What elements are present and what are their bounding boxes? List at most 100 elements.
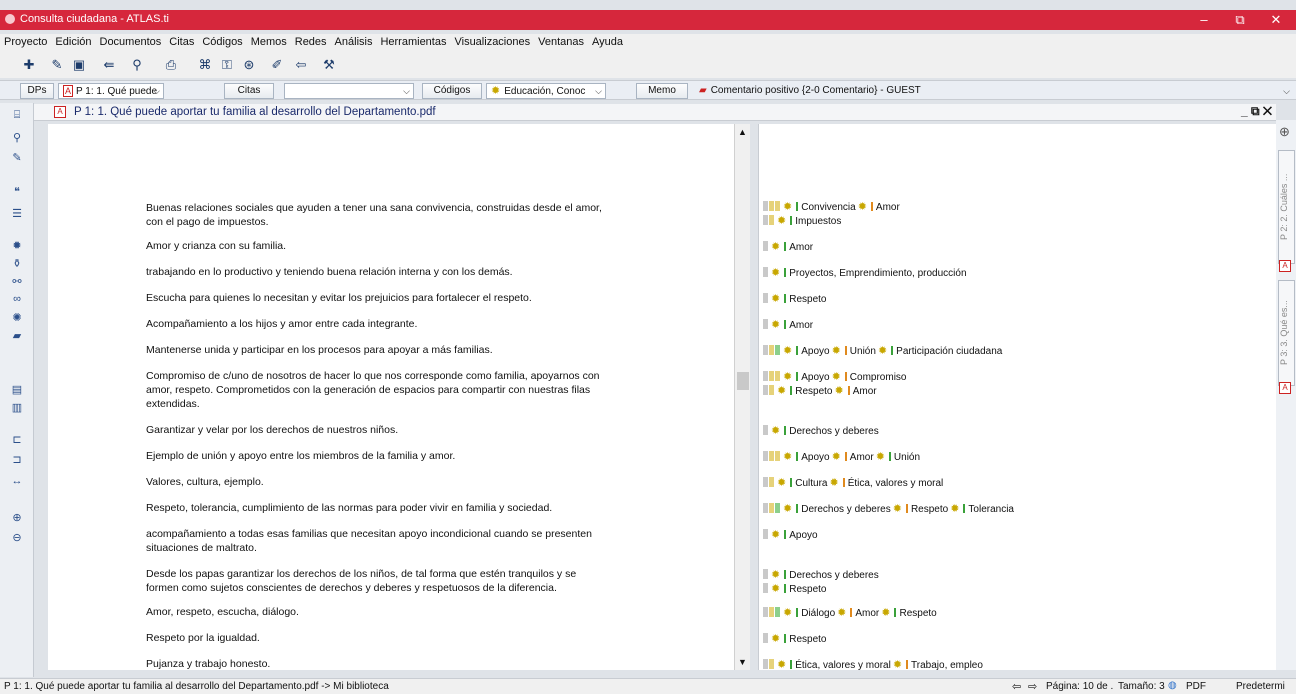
broom-icon[interactable]: ⚒ xyxy=(320,56,338,74)
margin-code-row[interactable]: ✹ Amor xyxy=(763,240,813,254)
save-icon[interactable]: ▣ xyxy=(70,56,88,74)
code-label[interactable]: Cultura xyxy=(795,478,827,489)
minimize-button[interactable]: – xyxy=(1186,10,1222,30)
brush-icon[interactable]: ✐ xyxy=(268,56,286,74)
code-label[interactable]: Respeto xyxy=(911,504,948,515)
code-icon[interactable]: ✹ xyxy=(9,239,25,253)
add-document-icon[interactable]: ⇚ xyxy=(100,56,118,74)
margin-right-icon[interactable]: ⊐ xyxy=(9,453,25,467)
code-label[interactable]: Apoyo xyxy=(801,452,829,463)
window-controls[interactable]: _ ⧉ ✕ xyxy=(1241,104,1272,119)
tab-p2[interactable]: P 2: 2. Cuáles ... xyxy=(1278,150,1295,264)
code-label[interactable]: Ética, valores y moral xyxy=(795,660,891,670)
menu-codigos[interactable]: Códigos xyxy=(198,34,246,50)
menu-ayuda[interactable]: Ayuda xyxy=(588,34,627,50)
zoom-out-icon[interactable]: ⊖ xyxy=(9,531,25,545)
code-manager-icon[interactable]: ⌘ xyxy=(196,56,214,74)
memo-button[interactable]: Memo xyxy=(636,83,688,99)
code-label[interactable]: Unión xyxy=(894,452,920,463)
code-label[interactable]: Tolerancia xyxy=(968,504,1014,515)
vertical-scrollbar[interactable]: ▲ ▼ xyxy=(734,124,750,670)
menu-memos[interactable]: Memos xyxy=(247,34,291,50)
tab-p3[interactable]: P 3: 3. Qué es... xyxy=(1278,280,1295,386)
code-label[interactable]: Respeto xyxy=(795,386,832,397)
binoculars-icon[interactable]: ⚲ xyxy=(128,56,146,74)
zoom-in-icon[interactable]: ⊕ xyxy=(9,511,25,525)
flag-icon[interactable]: ▰ xyxy=(9,329,25,343)
dps-button[interactable]: DPs xyxy=(20,83,54,99)
code-label[interactable]: Amor xyxy=(850,452,874,463)
code-label[interactable]: Trabajo, empleo xyxy=(911,660,983,670)
forward-icon[interactable]: ⇨ xyxy=(1028,680,1037,693)
scroll-up-icon[interactable]: ▲ xyxy=(738,127,747,137)
document-pane[interactable]: Buenas relaciones sociales que ayuden a … xyxy=(48,124,734,670)
margin-code-row[interactable]: ✹ Derechos y deberes ✹ Respeto ✹ Tolerancia xyxy=(763,502,1014,516)
list-icon[interactable]: ☰ xyxy=(9,207,25,221)
output-icon[interactable]: ⎙ xyxy=(162,56,180,74)
codigos-button[interactable]: Códigos xyxy=(422,83,482,99)
code-label[interactable]: Apoyo xyxy=(789,530,817,541)
margin-code-row[interactable]: ✹ Apoyo ✹ Compromiso xyxy=(763,370,906,384)
menu-edicion[interactable]: Edición xyxy=(51,34,95,50)
code-label[interactable]: Respeto xyxy=(899,608,936,619)
quote-icon[interactable]: ❝ xyxy=(9,185,25,199)
code-label[interactable]: Amor xyxy=(876,202,900,213)
close-button[interactable]: ✕ xyxy=(1258,10,1294,30)
menu-proyecto[interactable]: Proyecto xyxy=(0,34,51,50)
code-label[interactable]: Proyectos, Emprendimiento, producción xyxy=(789,268,966,279)
margin-code-row[interactable]: ✹ Convivencia ✹ Amor xyxy=(763,200,900,214)
menu-ventanas[interactable]: Ventanas xyxy=(534,34,588,50)
code-label[interactable]: Amor xyxy=(789,242,813,253)
glasses-icon[interactable]: ∞ xyxy=(9,293,25,307)
margin-code-row[interactable]: ✹ Cultura ✹ Ética, valores y moral xyxy=(763,476,943,490)
code-label[interactable]: Amor xyxy=(853,386,877,397)
code-label[interactable]: Convivencia xyxy=(801,202,855,213)
link-icon[interactable]: ⚯ xyxy=(9,275,25,289)
restore-button[interactable]: ⧉ xyxy=(1222,10,1258,30)
query-tool-icon[interactable]: ⚿ xyxy=(218,56,236,74)
code-label[interactable]: Diálogo xyxy=(801,608,835,619)
margin-code-row[interactable]: ✹ Apoyo ✹ Amor ✹ Unión xyxy=(763,450,920,464)
menu-documentos[interactable]: Documentos xyxy=(96,34,166,50)
back-icon[interactable]: ⇦ xyxy=(292,56,310,74)
filter-icon[interactable]: ⚱ xyxy=(9,257,25,271)
margin-code-row[interactable]: ✹ Ética, valores y moral ✹ Trabajo, empleo xyxy=(763,658,983,670)
margin-code-row[interactable]: ✹ Apoyo ✹ Unión ✹ Participación ciudadana xyxy=(763,344,1002,358)
scroll-thumb[interactable] xyxy=(737,372,749,390)
add-tab-icon[interactable]: ⊕ xyxy=(1279,124,1290,140)
new-project-icon[interactable]: ✚ xyxy=(20,56,38,74)
search-icon[interactable]: ⚲ xyxy=(9,131,25,145)
margin-code-row[interactable]: ✹ Proyectos, Emprendimiento, producción xyxy=(763,266,967,280)
back-icon[interactable]: ⇦ xyxy=(1012,680,1021,693)
scroll-down-icon[interactable]: ▼ xyxy=(738,657,747,667)
code-label[interactable]: Impuestos xyxy=(795,216,841,227)
menu-visualizaciones[interactable]: Visualizaciones xyxy=(450,34,534,50)
code-label[interactable]: Respeto xyxy=(789,584,826,595)
codigos-selector[interactable]: ✹ Educación, Conoc ⌵ xyxy=(486,83,606,99)
code-label[interactable]: Apoyo xyxy=(801,372,829,383)
arrows-icon[interactable]: ↔ xyxy=(9,475,25,489)
margin-code-row[interactable]: ✹ Derechos y deberes xyxy=(763,424,879,438)
code-label[interactable]: Derechos y deberes xyxy=(789,426,879,437)
margin-code-row[interactable]: ✹ Amor xyxy=(763,318,813,332)
margin-left-icon[interactable]: ⊏ xyxy=(9,433,25,447)
code-label[interactable]: Amor xyxy=(855,608,879,619)
code-label[interactable]: Ética, valores y moral xyxy=(848,478,944,489)
network-icon[interactable]: ⊛ xyxy=(240,56,258,74)
code-label[interactable]: Respeto xyxy=(789,294,826,305)
margin-code-row[interactable]: ✹ Diálogo ✹ Amor ✹ Respeto xyxy=(763,606,937,620)
code-label[interactable]: Amor xyxy=(789,320,813,331)
margin-code-row[interactable]: ✹ Respeto xyxy=(763,582,826,596)
code-label[interactable]: Respeto xyxy=(789,634,826,645)
margin-code-row[interactable]: ✹ Impuestos xyxy=(763,214,841,228)
code-label[interactable]: Apoyo xyxy=(801,346,829,357)
code-label[interactable]: Compromiso xyxy=(850,372,907,383)
menu-citas[interactable]: Citas xyxy=(165,34,198,50)
margin-code-row[interactable]: ✹ Derechos y deberes xyxy=(763,568,879,582)
code-label[interactable]: Derechos y deberes xyxy=(801,504,891,515)
margin-code-row[interactable]: ✹ Apoyo xyxy=(763,528,818,542)
select-icon[interactable]: ⌸ xyxy=(9,109,25,123)
page-view-icon[interactable]: ▥ xyxy=(9,401,25,415)
color-icon[interactable]: ✺ xyxy=(9,311,25,325)
menu-herramientas[interactable]: Herramientas xyxy=(376,34,450,50)
